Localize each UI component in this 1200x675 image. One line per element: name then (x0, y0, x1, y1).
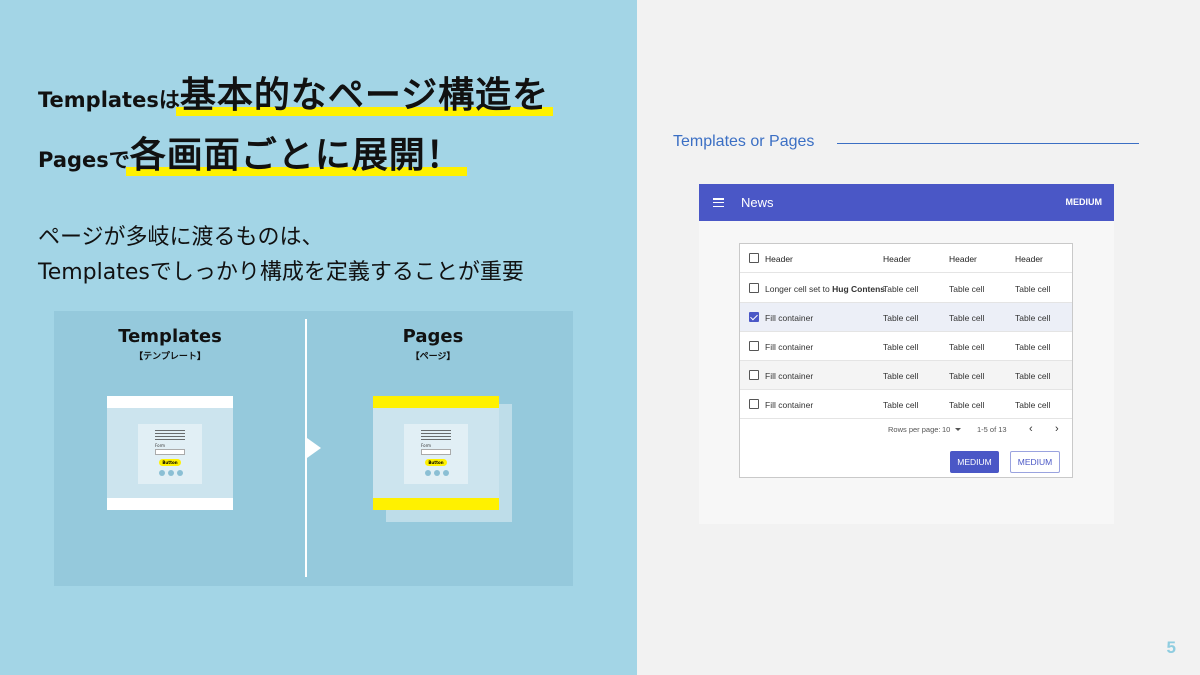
pages-subtitle: 【ページ】 (410, 352, 456, 362)
table-cell: Table cell (883, 284, 919, 294)
column-header[interactable]: Header (1015, 254, 1043, 264)
page-range: 1-5 of 13 (977, 425, 1007, 434)
table-cell: Fill container (765, 371, 814, 381)
page-number: 5 (1166, 638, 1176, 657)
pages-title: Pages (402, 326, 464, 347)
table-cell: Table cell (883, 371, 919, 381)
app-bar-action-button[interactable]: MEDIUM (1066, 197, 1103, 207)
form-label: Form (155, 443, 166, 448)
table-header-row: Header Header Header Header (740, 244, 1072, 273)
app-title: News (741, 195, 774, 210)
row-checkbox[interactable] (749, 283, 759, 293)
app-bar: News MEDIUM (699, 184, 1114, 221)
template-header-bar (107, 396, 233, 408)
headline-1-emphasis: 基本的なページ構造を (175, 66, 554, 118)
table-row[interactable]: Fill container Table cell Table cell Tab… (740, 361, 1072, 390)
form-button: Button (425, 459, 447, 466)
table-cell: Table cell (949, 342, 985, 352)
form-button: Button (159, 459, 181, 466)
arrow-right-icon (307, 438, 321, 458)
templates-title: Templates (118, 326, 222, 347)
form-field (421, 449, 451, 455)
subtext-line-2: Templatesでしっかり構成を定義することが重要 (38, 260, 524, 285)
table-cell: Table cell (883, 313, 919, 323)
form-label: Form (421, 443, 432, 448)
table-cell: Table cell (949, 313, 985, 323)
row-checkbox[interactable] (749, 370, 759, 380)
headline-line-1: Templatesは基本的なページ構造を (38, 66, 554, 118)
headline-line-2: Pagesで各画面ごとに展開！ (38, 126, 467, 178)
table-cell: Fill container (765, 313, 814, 323)
column-header[interactable]: Header (949, 254, 977, 264)
outline-button[interactable]: MEDIUM (1010, 451, 1060, 473)
table-row[interactable]: Longer cell set to Hug Contens Table cel… (740, 274, 1072, 303)
table-cell: Table cell (949, 371, 985, 381)
placeholder-text-lines (155, 430, 185, 440)
table-cell: Table cell (1015, 313, 1051, 323)
column-header[interactable]: Header (765, 254, 793, 264)
title-rule (837, 143, 1139, 144)
rows-per-page-label: Rows per page: (888, 425, 941, 434)
data-table-card: Header Header Header Header Longer cell … (739, 243, 1073, 478)
page-footer-bar (373, 498, 499, 510)
row-checkbox[interactable] (749, 399, 759, 409)
page-form-card: Form Button (404, 424, 468, 484)
table-cell: Table cell (1015, 284, 1051, 294)
headline-2-emphasis: 各画面ごとに展開！ (125, 126, 467, 178)
subtext-line-1: ページが多岐に渡るものは、 (38, 225, 324, 250)
table-row-selected[interactable]: Fill container Table cell Table cell Tab… (740, 303, 1072, 332)
chevron-left-icon[interactable]: ‹ (1029, 423, 1033, 435)
pagination-dots (425, 470, 449, 476)
left-panel: Templatesは基本的なページ構造を Pagesで各画面ごとに展開！ ページ… (0, 0, 637, 675)
table-cell: Table cell (1015, 342, 1051, 352)
template-form-card: Form Button (138, 424, 202, 484)
select-all-checkbox[interactable] (749, 253, 759, 263)
template-footer-bar (107, 498, 233, 510)
menu-icon[interactable] (713, 198, 724, 208)
placeholder-text-lines (421, 430, 451, 440)
templates-subtitle: 【テンプレート】 (134, 352, 206, 362)
table-cell: Table cell (883, 342, 919, 352)
table-cell: Table cell (1015, 371, 1051, 381)
page-header-bar (373, 396, 499, 408)
headline-1-prefix: Templatesは (38, 88, 180, 112)
row-checkbox-checked[interactable] (749, 312, 759, 322)
table-cell: Table cell (949, 284, 985, 294)
app-screenshot: News MEDIUM Header Header Header Header … (699, 184, 1114, 524)
table-cell: Table cell (883, 400, 919, 410)
column-header[interactable]: Header (883, 254, 911, 264)
primary-button[interactable]: MEDIUM (950, 451, 999, 473)
table-cell: Table cell (1015, 400, 1051, 410)
right-panel-title: Templates or Pages (673, 133, 815, 150)
table-cell: Table cell (949, 400, 985, 410)
rows-per-page-select[interactable]: 10 (942, 425, 950, 434)
row-checkbox[interactable] (749, 341, 759, 351)
table-cell: Fill container (765, 400, 814, 410)
headline-2-prefix: Pagesで (38, 148, 130, 172)
templates-pages-diagram: Templates 【テンプレート】 Pages 【ページ】 Form Butt… (54, 311, 573, 586)
chevron-right-icon[interactable]: › (1055, 423, 1059, 435)
form-field (155, 449, 185, 455)
pagination-dots (159, 470, 183, 476)
table-cell: Longer cell set to Hug Contens (765, 284, 885, 294)
table-row[interactable]: Fill container Table cell Table cell Tab… (740, 332, 1072, 361)
page-mockup: Form Button (373, 396, 499, 510)
table-cell: Fill container (765, 342, 814, 352)
table-row[interactable]: Fill container Table cell Table cell Tab… (740, 390, 1072, 419)
chevron-down-icon[interactable] (955, 428, 961, 431)
template-mockup: Form Button (107, 396, 233, 510)
